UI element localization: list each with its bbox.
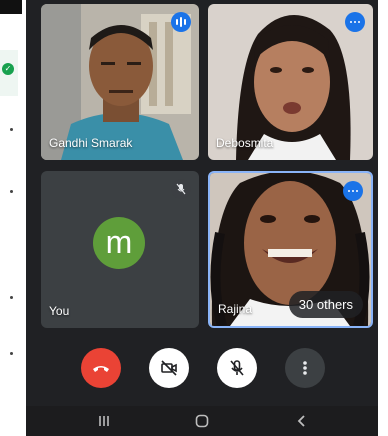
end-call-button[interactable]: [81, 348, 121, 388]
background-window-edge: ✓: [0, 0, 27, 436]
participant-tile-gandhi-smarak[interactable]: Gandhi Smarak: [41, 4, 199, 160]
participant-name: Debosmita: [216, 136, 274, 150]
background-notification-badge: ✓: [2, 63, 14, 75]
more-options-icon[interactable]: [345, 12, 365, 32]
participant-name: Gandhi Smarak: [49, 136, 133, 150]
avatar: m: [93, 217, 145, 269]
back-chevron-icon: [297, 415, 305, 427]
system-navigation-bar: [26, 406, 378, 436]
more-vertical-icon: [303, 361, 307, 375]
participant-tile-you[interactable]: m You: [41, 171, 199, 328]
meet-call-screen: Gandhi Smarak Debosmita m You Rajina 30 …: [26, 0, 378, 436]
participant-name: You: [49, 304, 70, 318]
recent-apps-icon: [99, 416, 109, 426]
mic-toggle-button[interactable]: [217, 348, 257, 388]
recent-apps-button[interactable]: [94, 412, 114, 430]
speaking-indicator-icon: [171, 12, 191, 32]
home-icon: [195, 414, 209, 428]
more-options-button[interactable]: [285, 348, 325, 388]
mic-off-icon: [230, 360, 244, 376]
camera-off-icon: [161, 360, 177, 376]
background-dot: [10, 128, 13, 131]
mic-off-icon: [171, 179, 191, 199]
background-dot: [10, 296, 13, 299]
participant-tile-rajina[interactable]: Rajina 30 others: [208, 171, 373, 328]
camera-toggle-button[interactable]: [149, 348, 189, 388]
background-window-topbar: [0, 0, 22, 14]
home-button[interactable]: [192, 412, 212, 430]
background-dot: [10, 190, 13, 193]
participant-tile-debosmita[interactable]: Debosmita: [208, 4, 373, 160]
more-options-icon[interactable]: [343, 181, 363, 201]
background-dot: [10, 352, 13, 355]
phone-hangup-icon: [93, 366, 109, 372]
back-button[interactable]: [292, 412, 312, 430]
participant-name: Rajina: [218, 302, 253, 316]
others-count-chip[interactable]: 30 others: [288, 291, 363, 318]
